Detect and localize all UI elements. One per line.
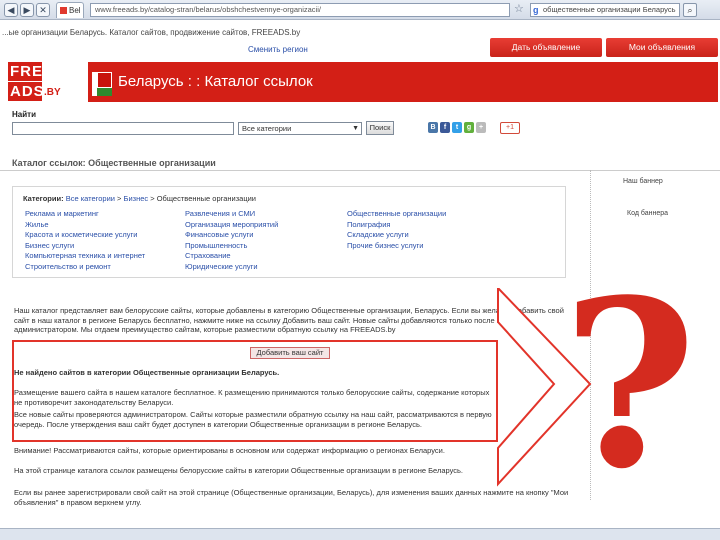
google-icon: g [533,5,539,15]
category-select-value: Все категории [242,124,292,133]
twitter-icon[interactable]: t [452,122,462,133]
vkontakte-icon[interactable]: В [428,122,438,133]
category-link[interactable]: Полиграфия [347,220,446,231]
freeads-logo[interactable]: FREE ADS .BY [8,62,64,102]
breadcrumb-label: Категории: [23,194,64,203]
category-link[interactable]: Страхование [185,251,278,262]
question-mark-icon: ? [562,250,697,520]
category-link[interactable]: Финансовые услуги [185,230,278,241]
site-top-bar: ...ые организации Беларусь. Каталог сайт… [0,24,720,60]
my-ads-button[interactable]: Мои объявления [606,38,718,57]
search-magnifier-icon[interactable]: ⌕ [683,3,697,17]
more-share-icon[interactable]: + [476,122,486,133]
share-icon[interactable]: g [464,122,474,133]
category-link[interactable]: Красота и косметические услуги [25,230,145,241]
logo-line-1: FREE [8,62,55,81]
find-label: Найти [12,110,36,119]
browser-toolbar: ◀ ▶ ✕ Bel www.freeads.by/catalog-stran/b… [0,0,720,20]
category-link[interactable]: Промышленность [185,241,278,252]
site-favicon-icon [60,7,67,14]
breadcrumb: Категории: Все категории > Бизнес > Обще… [23,194,256,203]
breadcrumb-business[interactable]: Бизнес [124,194,149,203]
post-ad-button[interactable]: Дать объявление [490,38,602,57]
page-info-text: На этой странице каталога ссылок размеще… [14,466,463,475]
site-tagline: ...ые организации Беларусь. Каталог сайт… [2,28,301,37]
belarus-flag-icon [92,72,112,96]
address-bar[interactable]: www.freeads.by/catalog-stran/belarus/obs… [90,3,510,17]
category-box: Категории: Все категории > Бизнес > Обще… [12,186,566,278]
category-column-2: Развлечения и СМИ Организация мероприяти… [185,209,278,273]
highlight-box [12,340,498,442]
category-link[interactable]: Жилье [25,220,145,231]
tab-label: Bel [69,6,81,15]
back-arrow-icon[interactable]: ◀ [4,3,18,17]
category-link[interactable]: Организация мероприятий [185,220,278,231]
forward-arrow-icon[interactable]: ▶ [20,3,34,17]
google-plus-one-button[interactable]: +1 [500,122,520,134]
change-region-link[interactable]: Сменить регион [248,45,308,54]
browser-status-bar [0,528,720,540]
category-link[interactable]: Прочие бизнес услуги [347,241,446,252]
header-title: Беларусь : : Каталог ссылок [118,73,313,90]
browser-search-input[interactable]: g общественные организации Беларусь [530,3,680,17]
browser-tab[interactable]: Bel [56,2,84,18]
logo-suffix: .BY [44,87,61,98]
category-link[interactable]: Компьютерная техника и интернет [25,251,145,262]
catalog-search-input[interactable] [12,122,234,135]
chevron-down-icon: ▼ [352,125,359,132]
attention-text: Внимание! Рассматриваются сайты, которые… [14,446,445,455]
logo-line-2: ADS [8,82,45,101]
browser-search-value: общественные организации Беларусь [543,5,676,14]
search-button[interactable]: Поиск [366,121,394,135]
favorite-star-icon[interactable]: ☆ [514,3,524,16]
header-banner: Беларусь : : Каталог ссылок [88,62,718,102]
category-link[interactable]: Юридические услуги [185,262,278,273]
sidebar-banner-code-link[interactable]: Код баннера [627,210,668,217]
category-column-3: Общественные организации Полиграфия Скла… [347,209,446,251]
category-link[interactable]: Реклама и маркетинг [25,209,145,220]
close-icon[interactable]: ✕ [36,3,50,17]
category-select[interactable]: Все категории ▼ [238,122,362,135]
category-link[interactable]: Складские услуги [347,230,446,241]
breadcrumb-all-categories[interactable]: Все категории [66,194,115,203]
breadcrumb-current: Общественные организации [156,194,256,203]
category-link[interactable]: Развлечения и СМИ [185,209,278,220]
category-link[interactable]: Строительство и ремонт [25,262,145,273]
category-link[interactable]: Общественные организации [347,209,446,220]
category-column-1: Реклама и маркетинг Жилье Красота и косм… [25,209,145,273]
facebook-icon[interactable]: f [440,122,450,133]
category-link[interactable]: Бизнес услуги [25,241,145,252]
page-title: Каталог ссылок: Общественные организации [12,158,216,168]
sidebar-banner-label: Наш баннер [623,178,663,185]
